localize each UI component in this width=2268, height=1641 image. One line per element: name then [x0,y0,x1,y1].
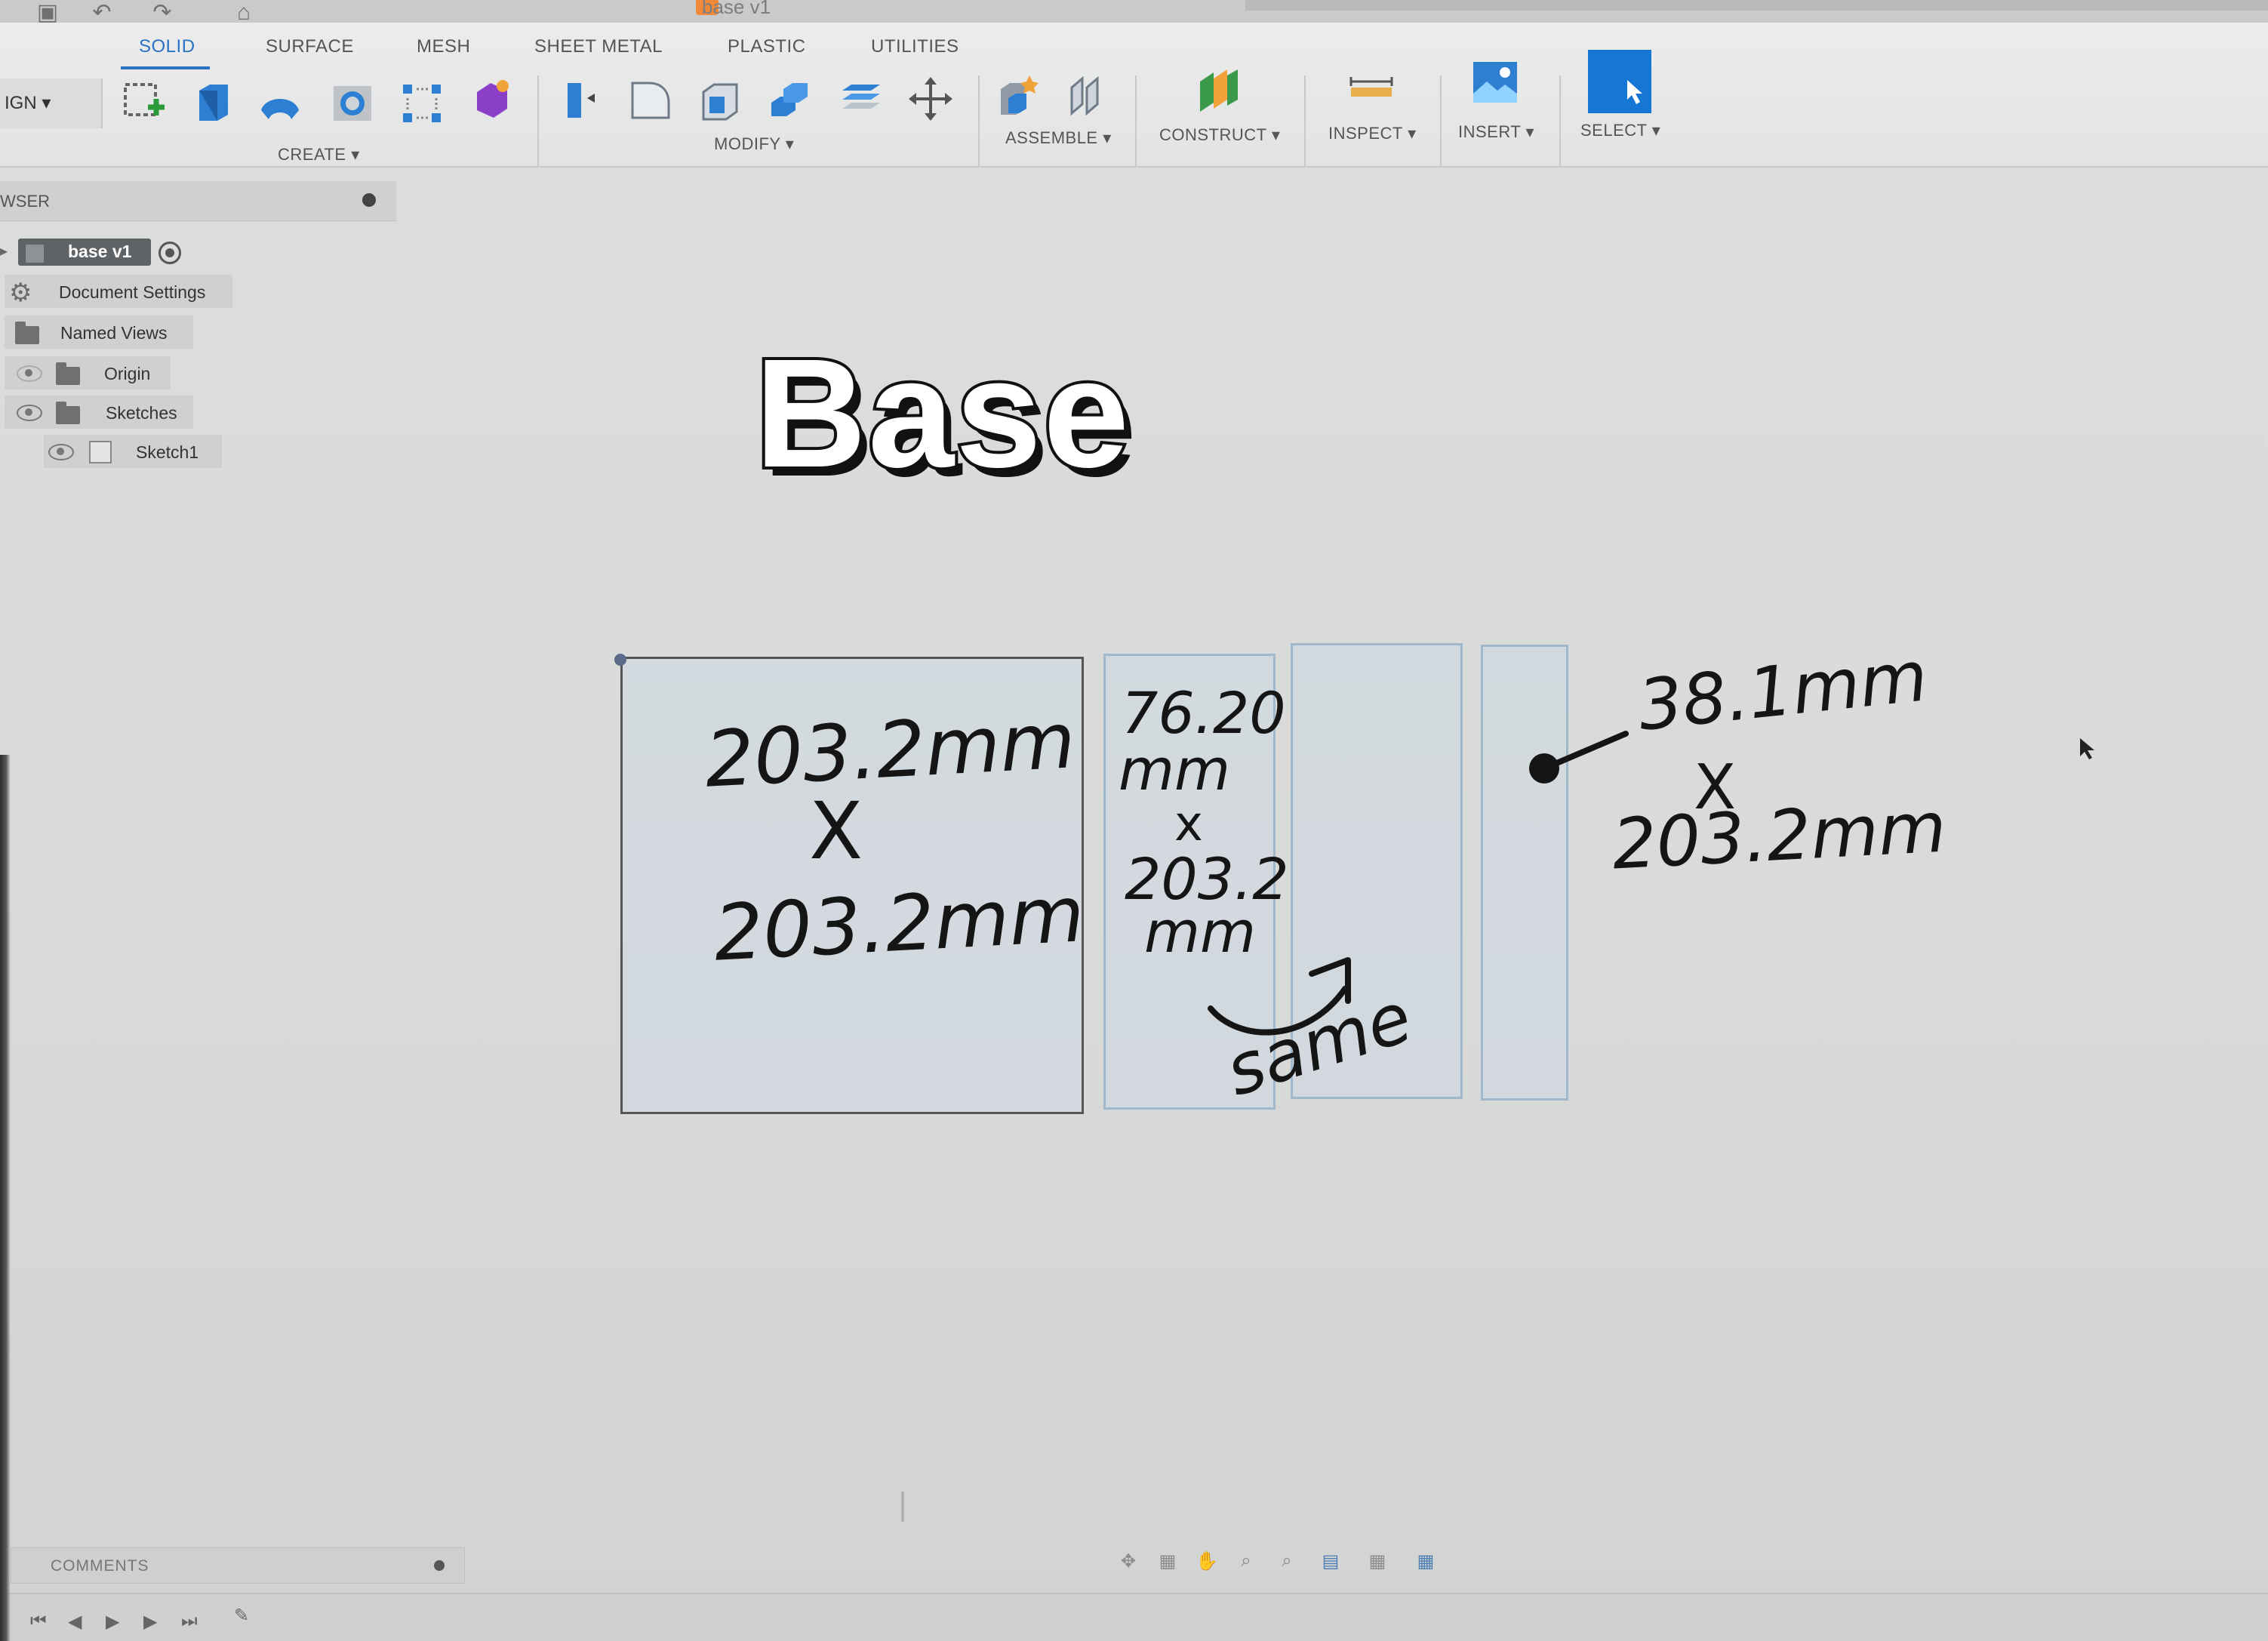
go-to-start-icon[interactable]: ⏮ [30,1611,47,1632]
toolbar-separator [1135,75,1137,166]
viewports-icon[interactable]: ▦ [1414,1550,1437,1572]
toolbar-separator [537,75,539,166]
select-group-label[interactable]: SELECT ▾ [1580,121,1660,140]
insert-label: INSERT [1458,122,1521,141]
toolbar-separator [1440,75,1442,166]
offset-plane-icon[interactable] [1196,65,1242,112]
modify-group-label[interactable]: MODIFY ▾ [714,134,794,154]
save-icon[interactable]: ▣ [30,0,65,26]
sketch-profile-thin[interactable] [1481,645,1568,1101]
annotation-middle-x: x [1174,796,1203,852]
fusion-app-window: ▣ ↶ ↷ ⌂ base v1 SOLID SURFACE MESH SHEET… [0,0,2268,1641]
insert-image-icon[interactable] [1472,59,1519,106]
comments-label: COMMENTS [51,1557,149,1575]
fillet-icon[interactable] [626,75,673,122]
create-label: CREATE [278,145,346,164]
step-forward-icon[interactable]: ▶ [143,1611,157,1633]
timeline-bar: ⏮ ◀ ▶ ▶ ⏭ ✎ [0,1593,2268,1641]
play-icon[interactable]: ▶ [106,1611,119,1633]
insert-group-label[interactable]: INSERT ▾ [1458,122,1534,142]
zoom-icon[interactable]: ⌕ [1235,1550,1257,1571]
inspect-label: INSPECT [1328,124,1403,143]
screen-bezel [0,755,11,1641]
annotation-middle-unit: mm [1119,736,1231,803]
extrude-icon[interactable] [190,77,237,124]
select-label: SELECT [1580,121,1648,140]
workspace-menu-button[interactable]: IGN ▾ [0,79,103,128]
tab-plastic[interactable]: PLASTIC [728,36,806,57]
home-icon[interactable]: ⌂ [226,0,261,26]
workspace-menu-label: IGN [5,93,37,113]
pin-icon[interactable] [434,1560,445,1571]
redo-icon[interactable]: ↷ [145,0,180,26]
overlay-title: Base [752,324,1132,503]
undo-icon[interactable]: ↶ [85,0,119,26]
assemble-label: ASSEMBLE [1005,128,1098,147]
tab-mesh[interactable]: MESH [417,36,470,57]
timeline-sketch-icon[interactable]: ✎ [234,1605,249,1627]
toolbar-separator [1304,75,1306,166]
revolve-icon[interactable] [257,83,303,130]
shell-icon[interactable] [697,77,744,124]
press-pull-icon[interactable] [559,75,605,122]
display-settings-icon[interactable]: ▤ [1319,1550,1342,1572]
step-back-icon[interactable]: ◀ [68,1611,82,1633]
tab-surface[interactable]: SURFACE [266,36,354,57]
create-sketch-icon[interactable] [121,77,168,124]
construct-label: CONSTRUCT [1159,125,1267,144]
annotation-middle-height-unit: mm [1144,898,1257,965]
grid-settings-icon[interactable]: ▦ [1366,1550,1389,1572]
inspect-group-label[interactable]: INSPECT ▾ [1328,124,1417,143]
tab-solid[interactable]: SOLID [139,36,195,57]
construct-group-label[interactable]: CONSTRUCT ▾ [1159,125,1280,145]
tab-sheet-metal[interactable]: SHEET METAL [534,36,663,57]
offset-face-icon[interactable] [838,75,885,122]
hole-icon[interactable] [329,80,376,127]
create-group-label[interactable]: CREATE ▾ [278,145,360,165]
document-tab-title[interactable]: base v1 [702,0,771,19]
combine-icon[interactable] [767,75,814,122]
modify-label: MODIFY [714,134,781,153]
toolbar-separator [1559,75,1561,166]
sketch-point[interactable] [614,654,626,666]
annotation-square-x: X [809,785,863,877]
measure-icon[interactable] [1348,65,1395,112]
navigation-bar: ✥ ▦ ✋ ⌕ ⌕ ▤ ▦ ▦ [1117,1546,1479,1576]
tab-utilities[interactable]: UTILITIES [871,36,959,57]
assemble-group-label[interactable]: ASSEMBLE ▾ [1005,128,1112,148]
comments-panel[interactable]: COMMENTS [11,1547,465,1584]
ribbon-toolbar: SOLID SURFACE MESH SHEET METAL PLASTIC U… [0,23,2268,168]
look-at-icon[interactable]: ▦ [1156,1550,1179,1572]
go-to-end-icon[interactable]: ⏭ [181,1611,198,1632]
pan-icon[interactable]: ✋ [1196,1550,1218,1572]
orbit-icon[interactable]: ✥ [1117,1550,1140,1572]
move-icon[interactable] [907,75,954,122]
joint-icon[interactable] [1066,71,1112,118]
rectangular-pattern-icon[interactable] [399,80,445,127]
new-component-icon[interactable] [995,71,1042,118]
toolbar-separator [978,75,980,166]
fit-icon[interactable]: ⌕ [1276,1550,1298,1571]
select-icon[interactable] [1588,50,1651,113]
active-tab-indicator [121,66,210,69]
title-bar-area [1245,0,2268,11]
create-form-icon[interactable] [468,75,515,122]
